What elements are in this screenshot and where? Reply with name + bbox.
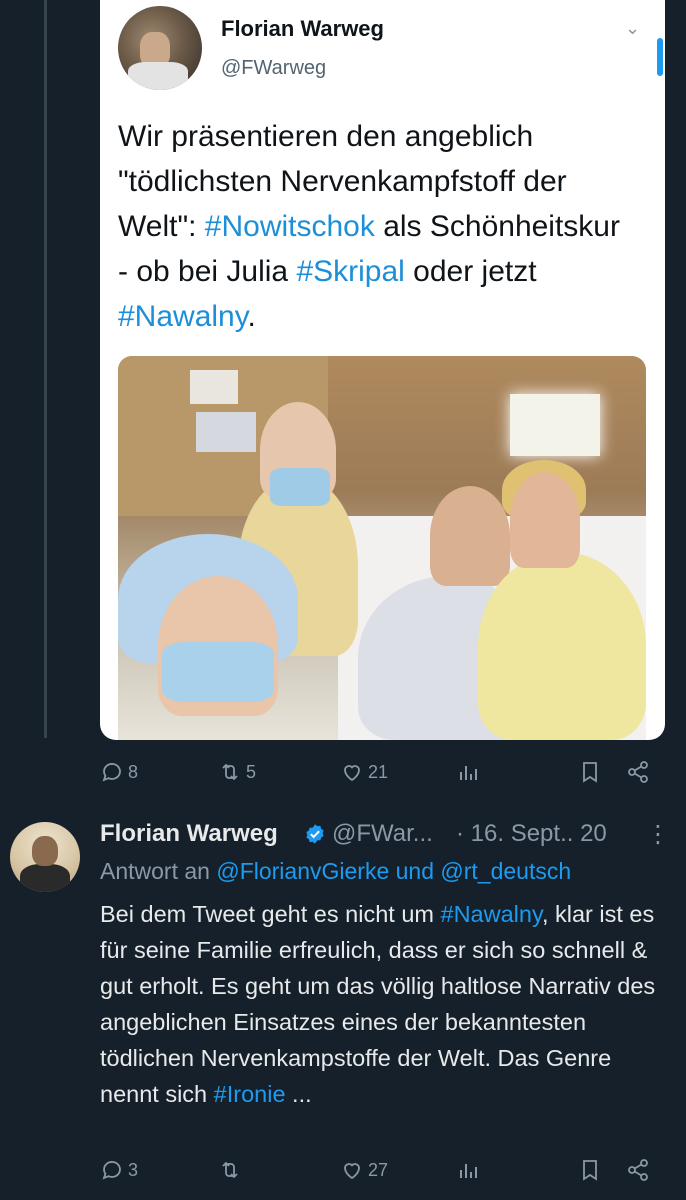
reply-icon — [102, 1161, 121, 1180]
hashtag-link[interactable]: #Nowitschok — [205, 210, 375, 243]
thread-line — [44, 0, 47, 738]
chevron-down-icon: ⌄ — [625, 18, 641, 38]
like-icon — [344, 765, 360, 782]
quoted-tweet-text: Wir präsentieren den angeblich "tödlichs… — [118, 114, 638, 339]
share-icon — [628, 1159, 648, 1181]
retweet-icon — [222, 1161, 238, 1179]
quoted-author-avatar — [118, 6, 202, 90]
hospital-photo — [118, 356, 646, 740]
retweet-icon — [222, 763, 238, 781]
reply-text-part: ... — [285, 1081, 312, 1107]
scrollbar — [657, 38, 663, 76]
more-options-button[interactable]: ⋮ — [646, 820, 670, 849]
share-button[interactable] — [626, 1158, 650, 1182]
reply-to-line: Antwort an @FlorianvGierke und @rt_deuts… — [100, 858, 571, 885]
reply-text-part: , klar ist es für seine Familie erfreuli… — [100, 901, 656, 1107]
bookmark-icon — [583, 1160, 597, 1181]
reply-count: 3 — [128, 1159, 139, 1180]
views-button[interactable] — [456, 1158, 480, 1182]
reply-to-mentions[interactable]: @FlorianvGierke und @rt_deutsch — [216, 858, 571, 884]
tweet-actions: 3 27 — [100, 1158, 660, 1188]
reply-to-prefix: Antwort an — [100, 858, 217, 884]
hashtag-link[interactable]: #Ironie — [214, 1081, 286, 1107]
reply-icon — [102, 763, 121, 782]
share-button[interactable] — [626, 760, 650, 784]
like-icon — [344, 1163, 360, 1180]
reply-author-name[interactable]: Florian Warweg — [100, 820, 278, 848]
retweet-button[interactable]: 5 — [218, 760, 256, 784]
like-count: 27 — [368, 1159, 389, 1180]
bookmark-button[interactable] — [578, 760, 602, 784]
views-icon — [460, 766, 477, 780]
reply-date[interactable]: · 16. Sept.. 20 — [456, 820, 607, 848]
quoted-tweet-image[interactable]: Florian Warweg @FWarweg ⌄ Wir präsentier… — [100, 0, 665, 740]
reply-header: Florian Warweg @FWar... · 16. Sept.. 20 … — [100, 820, 670, 852]
share-icon — [628, 761, 648, 783]
bookmark-icon — [583, 762, 597, 783]
reply-count: 8 — [128, 761, 139, 782]
reply-button[interactable]: 8 — [100, 760, 138, 784]
reply-button[interactable]: 3 — [100, 1158, 138, 1182]
reply-tweet-text: Bei dem Tweet geht es nicht um #Nawalny,… — [100, 896, 660, 1112]
verified-icon — [306, 824, 324, 844]
quoted-text-part: . — [247, 300, 256, 333]
reply-text-part: Bei dem Tweet geht es nicht um — [100, 901, 441, 927]
tweet-actions: 8 5 21 — [100, 760, 660, 790]
like-button[interactable]: 27 — [340, 1158, 388, 1182]
reply-author-handle[interactable]: @FWar... — [332, 820, 433, 848]
retweet-button[interactable] — [218, 1158, 246, 1182]
hashtag-link[interactable]: #Nawalny — [441, 901, 542, 927]
like-count: 21 — [368, 761, 389, 782]
quoted-author-name: Florian Warweg — [221, 16, 384, 41]
quoted-author-handle: @FWarweg — [221, 57, 327, 79]
reply-author-avatar[interactable] — [10, 822, 80, 892]
quoted-text-part: oder jetzt — [404, 255, 537, 288]
hashtag-link[interactable]: #Nawalny — [118, 300, 248, 333]
views-button[interactable] — [456, 760, 480, 784]
hashtag-link[interactable]: #Skripal — [296, 255, 404, 288]
views-icon — [460, 1164, 477, 1178]
retweet-count: 5 — [246, 761, 257, 782]
like-button[interactable]: 21 — [340, 760, 388, 784]
bookmark-button[interactable] — [578, 1158, 602, 1182]
